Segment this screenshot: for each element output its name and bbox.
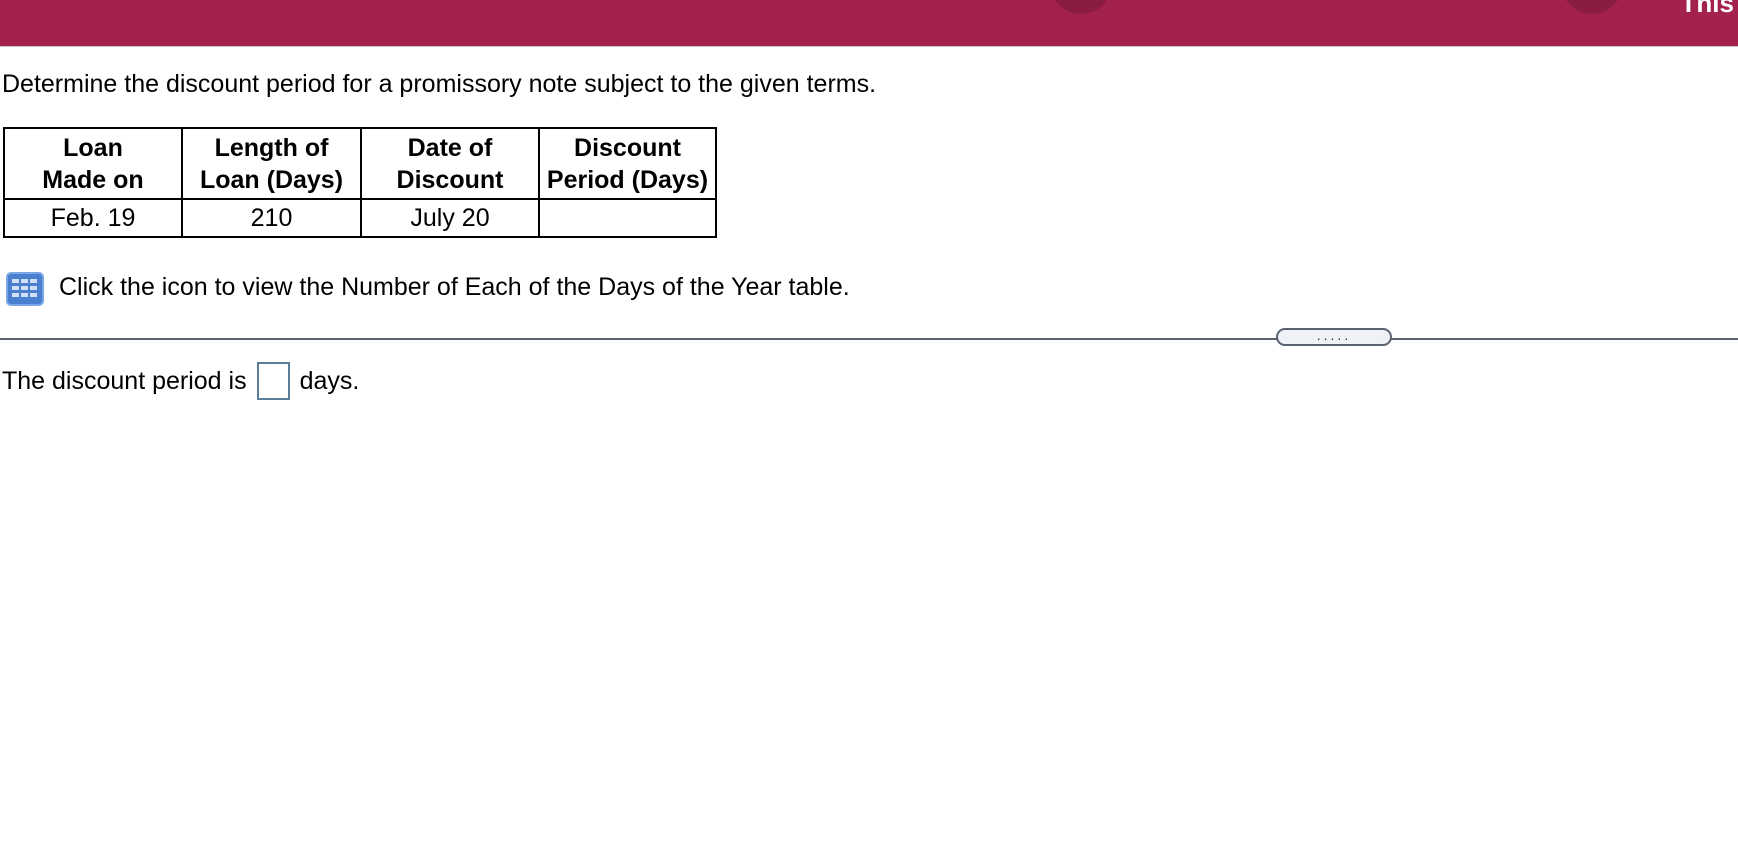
header-loan-made-on: Loan Made on (3, 127, 183, 200)
divider-drag-handle[interactable]: ..... (1276, 328, 1392, 346)
cell-discount-period (538, 198, 717, 238)
section-divider (0, 338, 1738, 340)
cell-loan-made-on: Feb. 19 (3, 198, 183, 238)
days-table-link[interactable] (6, 272, 44, 311)
days-table-link-text: Click the icon to view the Number of Eac… (59, 273, 850, 301)
header-discount-period: Discount Period (Days) (538, 127, 717, 200)
cell-length-of-loan: 210 (181, 198, 362, 238)
cell-date-of-discount: July 20 (360, 198, 540, 238)
terms-table: Loan Made on Length of Loan (Days) Date … (3, 127, 717, 238)
answer-prefix: The discount period is (2, 366, 247, 395)
table-header-row: Loan Made on Length of Loan (Days) Date … (3, 127, 717, 200)
header-circle-button[interactable] (1050, 0, 1112, 14)
header-circle-button[interactable] (1561, 0, 1623, 14)
header-length-of-loan: Length of Loan (Days) (181, 127, 362, 200)
top-header-bar: This (0, 0, 1738, 47)
answer-line: The discount period is days. (2, 362, 359, 400)
question-instruction: Determine the discount period for a prom… (2, 70, 877, 98)
answer-suffix: days. (299, 366, 360, 395)
table-grid-icon[interactable] (6, 272, 44, 311)
discount-period-input[interactable] (256, 362, 290, 400)
table-row: Feb. 19 210 July 20 (3, 198, 717, 238)
header-text: This (1680, 0, 1734, 18)
header-date-of-discount: Date of Discount (360, 127, 540, 200)
